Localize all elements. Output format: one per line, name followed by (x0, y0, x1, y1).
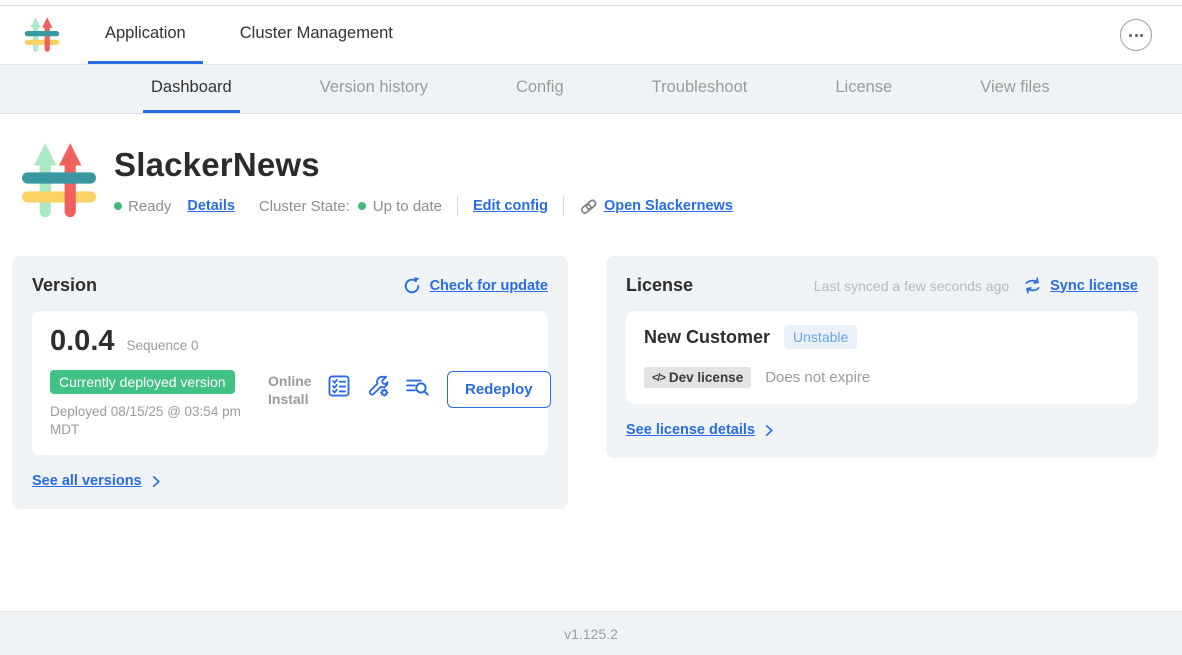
channel-badge: Unstable (784, 325, 857, 349)
ellipsis-icon (1129, 34, 1132, 37)
subnav-tab-troubleshoot[interactable]: Troubleshoot (644, 65, 756, 113)
app-logo-icon (22, 15, 62, 55)
cluster-state-label: Cluster State: (259, 198, 350, 215)
license-card: License Last synced a few seconds ago Sy… (606, 256, 1158, 458)
divider (563, 196, 564, 216)
open-app-link[interactable]: Open Slackernews (604, 198, 733, 214)
divider (457, 196, 458, 216)
sync-arrows-icon (1023, 276, 1042, 295)
current-version-panel: 0.0.4 Sequence 0 Currently deployed vers… (32, 311, 548, 455)
check-update-link[interactable]: Check for update (430, 278, 548, 294)
subnav-tab-config[interactable]: Config (508, 65, 572, 113)
app-status-text: Ready (128, 198, 171, 215)
subnav-label: Dashboard (151, 78, 232, 97)
redeploy-button[interactable]: Redeploy (447, 371, 551, 408)
subnav-tab-view-files[interactable]: View files (972, 65, 1057, 113)
nav-tab-application[interactable]: Application (88, 6, 203, 64)
nav-tab-label: Cluster Management (240, 24, 393, 43)
license-panel: New Customer Unstable </> Dev license Do… (626, 311, 1138, 404)
license-type-label: Dev license (669, 370, 743, 385)
code-icon: </> (652, 372, 665, 384)
version-number: 0.0.4 (50, 325, 115, 358)
console-footer: v1.125.2 (0, 611, 1182, 655)
subnav-label: Troubleshoot (652, 78, 748, 97)
license-card-title: License (626, 275, 693, 296)
subnav-tab-dashboard[interactable]: Dashboard (143, 65, 240, 113)
subnav-label: Version history (320, 78, 428, 97)
see-all-versions[interactable]: See all versions (32, 473, 548, 489)
deployed-status-badge: Currently deployed version (50, 370, 235, 394)
cluster-state-dot (358, 202, 366, 210)
see-all-versions-link[interactable]: See all versions (32, 473, 142, 489)
chevron-right-icon (150, 475, 163, 488)
refresh-icon (402, 276, 422, 296)
sequence-label: Sequence 0 (127, 338, 199, 353)
app-subnav: Dashboard Version history Config Trouble… (0, 65, 1182, 114)
install-type-label: Online Install (268, 373, 318, 408)
edit-config-link[interactable]: Edit config (473, 198, 548, 214)
license-type-badge: </> Dev license (644, 367, 751, 388)
app-logo-icon-large (16, 138, 102, 224)
preflight-checklist-icon[interactable] (326, 373, 352, 399)
link-icon (579, 197, 598, 216)
deployed-timestamp: Deployed 08/15/25 @ 03:54 pm MDT (50, 403, 255, 439)
view-logs-icon[interactable] (404, 373, 431, 399)
config-wrench-icon[interactable] (365, 373, 391, 399)
main-nav-tabs: Application Cluster Management (88, 6, 410, 64)
sync-license[interactable]: Sync license (1023, 276, 1138, 295)
see-license-details-link[interactable]: See license details (626, 422, 755, 438)
app-status-dot (114, 202, 122, 210)
subnav-tab-version-history[interactable]: Version history (312, 65, 436, 113)
dashboard-cards: Version Check for update 0.0.4 Sequence … (12, 256, 1158, 509)
app-header: SlackerNews Ready Details Cluster State:… (16, 138, 1158, 224)
nav-tab-cluster-management[interactable]: Cluster Management (223, 6, 410, 64)
overflow-menu-button[interactable] (1120, 19, 1152, 51)
last-synced-text: Last synced a few seconds ago (814, 278, 1009, 294)
version-card-title: Version (32, 275, 97, 296)
customer-name: New Customer (644, 327, 770, 348)
page-title: SlackerNews (114, 146, 733, 184)
subnav-label: Config (516, 78, 564, 97)
sync-license-link[interactable]: Sync license (1050, 278, 1138, 294)
main-navbar: Application Cluster Management (0, 6, 1182, 65)
cluster-state-value: Up to date (373, 198, 442, 215)
subnav-tab-license[interactable]: License (827, 65, 900, 113)
nav-tab-label: Application (105, 24, 186, 43)
subnav-label: View files (980, 78, 1049, 97)
app-status-row: Ready Details Cluster State: Up to date … (114, 196, 733, 216)
license-expiry: Does not expire (765, 369, 870, 386)
version-card: Version Check for update 0.0.4 Sequence … (12, 256, 568, 509)
chevron-right-icon (763, 424, 776, 437)
status-details-link[interactable]: Details (187, 198, 235, 214)
console-version: v1.125.2 (564, 626, 618, 642)
see-license-details[interactable]: See license details (626, 422, 1138, 438)
check-for-update[interactable]: Check for update (402, 276, 548, 296)
dashboard-content: SlackerNews Ready Details Cluster State:… (0, 114, 1182, 611)
subnav-label: License (835, 78, 892, 97)
